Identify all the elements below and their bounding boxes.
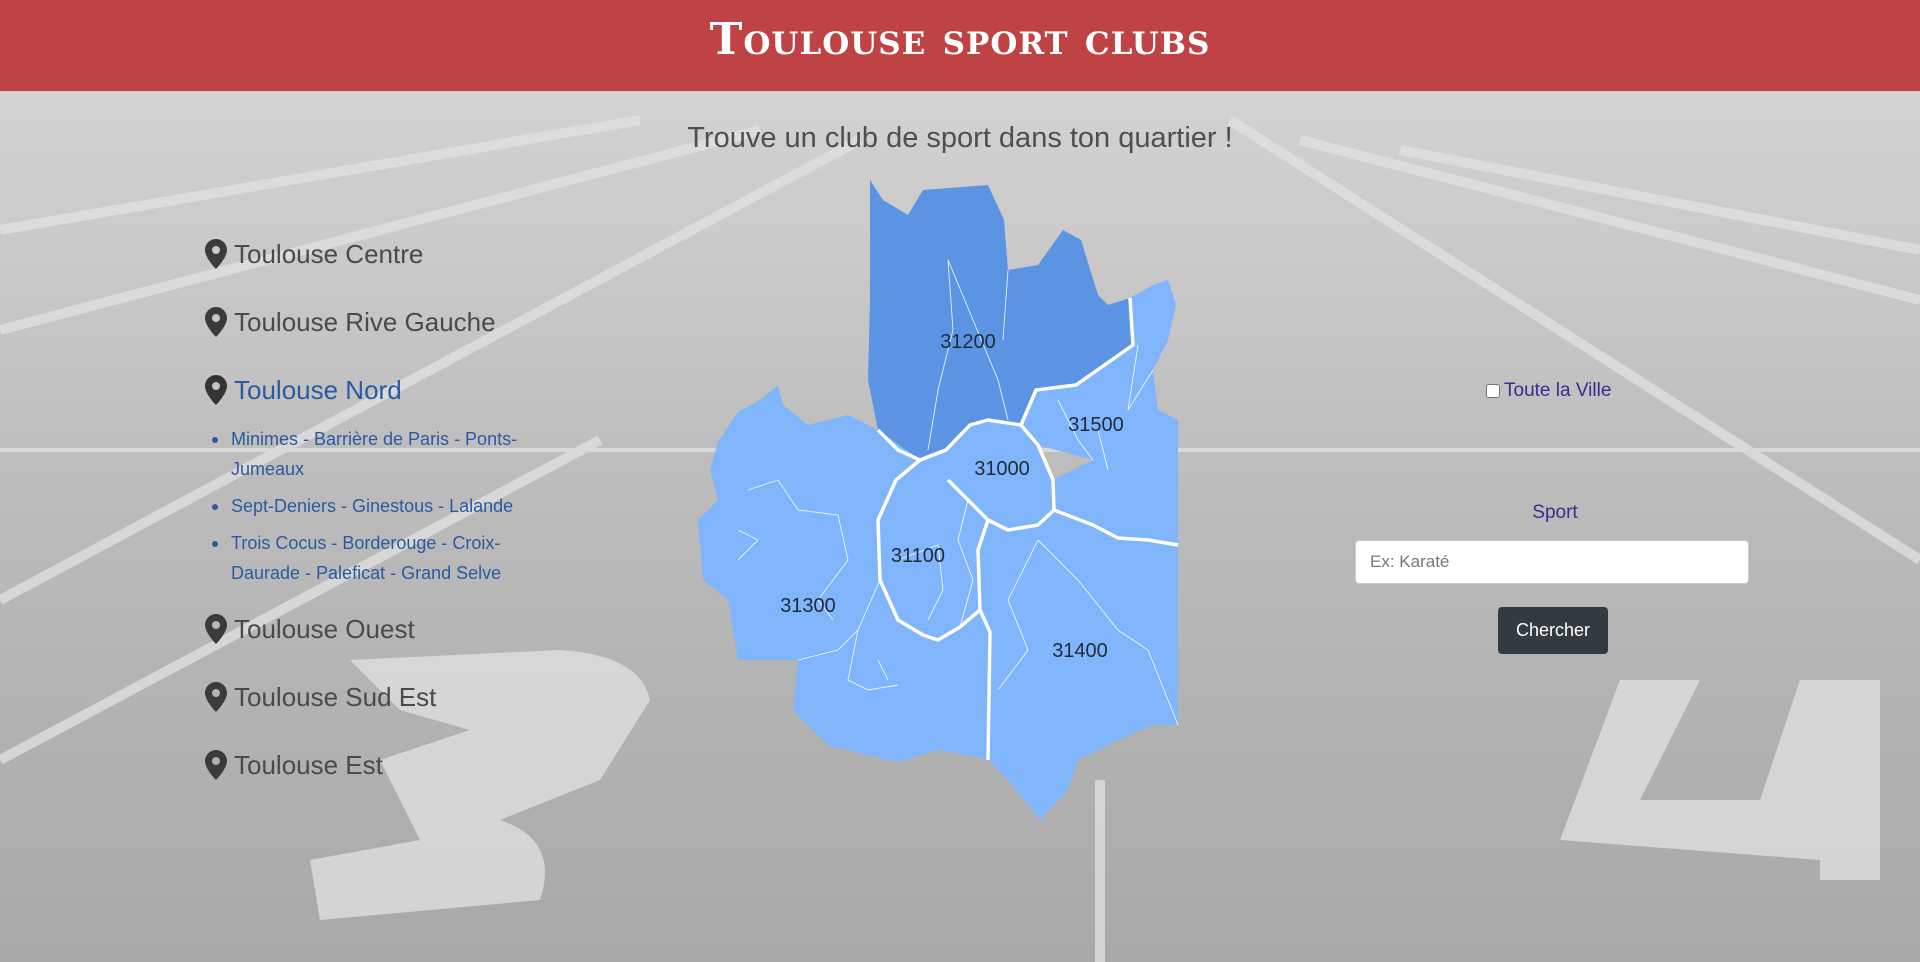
- district-label: Toulouse Centre: [234, 238, 424, 269]
- page-subtitle: Trouve un club de sport dans ton quartie…: [687, 122, 1233, 154]
- district-label: Toulouse Sud Est: [234, 681, 437, 712]
- sport-search-input[interactable]: [1355, 540, 1749, 584]
- district-label: Toulouse Est: [234, 749, 383, 780]
- zip-code-label: 31300: [780, 595, 836, 617]
- map-marker-icon: [205, 614, 227, 644]
- map-marker-icon: [205, 375, 227, 405]
- map-marker-icon: [205, 682, 227, 712]
- zip-code-label: 31100: [891, 545, 945, 567]
- toute-la-ville-checkbox[interactable]: [1486, 384, 1500, 398]
- district-toulouse-rive-gauche[interactable]: Toulouse Rive Gauche: [205, 288, 565, 356]
- district-toulouse-ouest[interactable]: Toulouse Ouest: [205, 595, 565, 663]
- zip-code-label: 31000: [974, 458, 1030, 480]
- map-marker-icon: [205, 750, 227, 780]
- district-nord-sublist: Minimes - Barrière de Paris - Ponts-Jume…: [205, 424, 565, 588]
- district-label: Toulouse Ouest: [234, 613, 415, 644]
- map-marker-icon: [205, 239, 227, 269]
- district-toulouse-nord[interactable]: Toulouse Nord: [205, 356, 565, 424]
- map-marker-icon: [205, 307, 227, 337]
- neighborhood-link[interactable]: Sept-Deniers - Ginestous - Lalande: [212, 491, 551, 521]
- district-list: Toulouse Centre Toulouse Rive Gauche Tou…: [205, 220, 565, 799]
- district-toulouse-sud-est[interactable]: Toulouse Sud Est: [205, 663, 565, 731]
- zip-code-label: 31500: [1068, 414, 1124, 436]
- zip-code-label: 31400: [1052, 640, 1108, 662]
- search-button[interactable]: Chercher: [1498, 607, 1608, 654]
- toulouse-map: 31200 31500 31000 31100 31300 31400: [698, 180, 1200, 820]
- site-header: Toulouse sport clubs: [0, 0, 1920, 91]
- sport-label: Sport: [1532, 502, 1578, 523]
- district-label: Toulouse Rive Gauche: [234, 306, 496, 337]
- neighborhood-link[interactable]: Trois Cocus - Borderouge - Croix-Daurade…: [212, 528, 551, 588]
- toute-la-ville-option[interactable]: Toute la Ville: [1486, 380, 1611, 402]
- zip-code-label: 31200: [940, 331, 996, 353]
- toute-la-ville-label: Toute la Ville: [1504, 380, 1612, 401]
- district-label: Toulouse Nord: [234, 374, 402, 405]
- site-title: Toulouse sport clubs: [709, 14, 1211, 65]
- district-toulouse-centre[interactable]: Toulouse Centre: [205, 220, 565, 288]
- neighborhood-link[interactable]: Minimes - Barrière de Paris - Ponts-Jume…: [212, 424, 551, 484]
- district-toulouse-est[interactable]: Toulouse Est: [205, 731, 565, 799]
